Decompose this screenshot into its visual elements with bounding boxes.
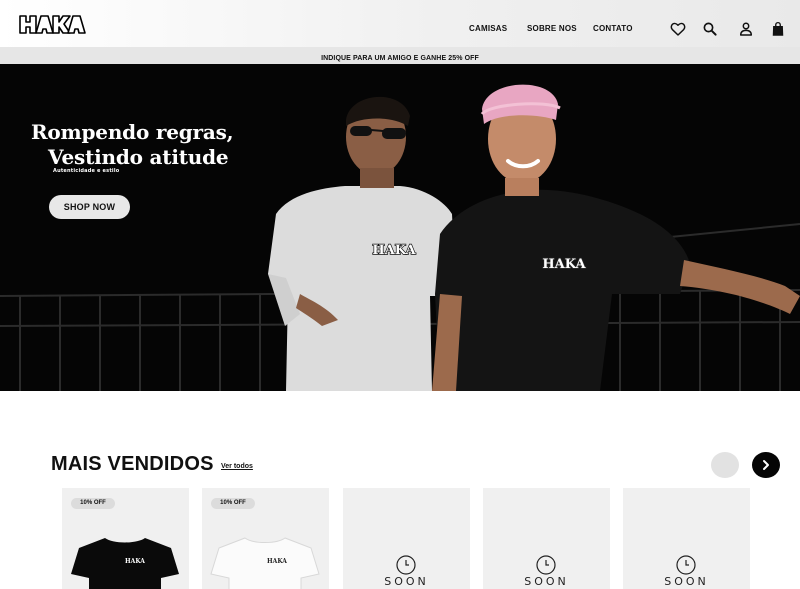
coming-soon-label: SOON — [384, 575, 429, 588]
nav-camisas[interactable]: CAMISAS — [469, 24, 507, 33]
clock-icon — [536, 555, 556, 575]
nav-sobre-nos[interactable]: SOBRE NOS — [527, 24, 577, 33]
promo-text: INDIQUE PARA UM AMIGO E GANHE 25% OFF — [321, 55, 479, 62]
shirt-print-right: HAKA — [542, 257, 586, 272]
hero-title-line-2: Vestindo atitude — [48, 145, 229, 169]
hero-banner: HAKA HAKA Rompendo regras, Vestindo atit… — [0, 64, 800, 391]
product-card-coming-soon[interactable]: SOON — [483, 488, 610, 589]
nav-contato[interactable]: CONTATO — [593, 24, 633, 33]
discount-badge: 10% OFF — [211, 498, 255, 509]
user-icon[interactable] — [737, 20, 755, 38]
heart-icon[interactable] — [669, 20, 687, 38]
carousel-next-button[interactable] — [752, 452, 780, 478]
product-card-coming-soon[interactable]: SOON — [623, 488, 750, 589]
clock-icon — [396, 555, 416, 575]
hero-photo: HAKA HAKA — [0, 64, 800, 391]
white-shirt-image: HAKA — [210, 537, 320, 589]
promo-bar: INDIQUE PARA UM AMIGO E GANHE 25% OFF — [0, 47, 800, 64]
shopping-bag-icon[interactable] — [769, 20, 787, 38]
brand-logo[interactable] — [18, 11, 86, 37]
site-header: CAMISAS SOBRE NOS CONTATO — [0, 0, 800, 47]
coming-soon-label: SOON — [524, 575, 569, 588]
product-card-coming-soon[interactable]: SOON — [343, 488, 470, 589]
clock-icon — [676, 555, 696, 575]
shirt-print: HAKA — [267, 558, 287, 565]
shirt-print-left: HAKA — [372, 243, 416, 258]
product-card[interactable]: 10% OFF HAKA — [62, 488, 189, 589]
carousel-prev-button[interactable] — [711, 452, 739, 478]
discount-badge: 10% OFF — [71, 498, 115, 509]
hero-title-line-1: Rompendo regras, — [31, 120, 234, 144]
black-shirt-image: HAKA — [71, 538, 179, 589]
shirt-print: HAKA — [125, 558, 145, 565]
coming-soon-label: SOON — [664, 575, 709, 588]
hero-subtitle: Autenticidade e estilo — [53, 168, 120, 174]
chevron-right-icon — [763, 460, 769, 470]
search-icon[interactable] — [701, 20, 719, 38]
shop-now-button[interactable]: SHOP NOW — [49, 195, 130, 219]
best-sellers-title: MAIS VENDIDOS — [51, 453, 214, 475]
see-all-link[interactable]: Ver todos — [221, 463, 253, 470]
product-card[interactable]: 10% OFF HAKA — [202, 488, 329, 589]
